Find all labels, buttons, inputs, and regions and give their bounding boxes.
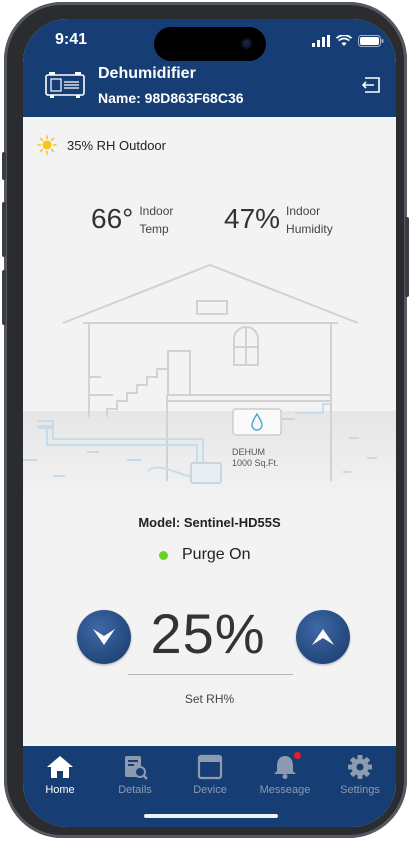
indoor-humidity: 47% Indoor Humidity <box>224 202 333 238</box>
dehumidifier-icon <box>45 72 85 98</box>
notification-badge <box>294 752 301 759</box>
tab-details-label: Details <box>118 784 152 796</box>
increase-button[interactable] <box>296 610 350 664</box>
house-illustration: DEHUM 1000 Sq.Ft. <box>23 263 396 504</box>
status-dot <box>159 550 168 560</box>
indoor-humidity-label: Indoor Humidity <box>286 202 333 238</box>
purge-text: Purge On <box>182 546 251 563</box>
tab-home-label: Home <box>45 784 75 796</box>
indoor-temp-label-line2: Temp <box>139 222 169 236</box>
mute-switch <box>2 152 6 180</box>
decrease-button[interactable] <box>77 610 131 664</box>
signal-icon <box>312 35 330 47</box>
indoor-temp-label-line1: Indoor <box>139 204 174 218</box>
tab-home[interactable]: Home <box>23 754 97 796</box>
phone-frame: 9:41 Dehumidifier Name: 98D863F68C36 35%… <box>2 2 409 838</box>
chevron-down-icon <box>93 629 115 645</box>
indoor-temp-label: Indoor Temp <box>139 202 173 238</box>
outdoor-humidity: 35% RH Outdoor <box>37 135 166 155</box>
wifi-icon <box>336 35 352 46</box>
tab-device[interactable]: Device <box>173 754 247 796</box>
indoor-temp-value: 66° <box>91 203 134 234</box>
indoor-humidity-value: 47% <box>224 203 281 234</box>
tab-message-label: Messeage <box>259 784 311 796</box>
setpoint-divider <box>128 674 293 675</box>
device-icon <box>196 754 224 780</box>
tab-device-label: Device <box>193 784 227 796</box>
power-button <box>405 217 409 297</box>
volume-down-button <box>2 270 6 325</box>
details-icon <box>121 754 149 780</box>
home-icon <box>46 754 74 780</box>
tab-message[interactable]: Messeage <box>248 752 322 796</box>
device-name: Name: 98D863F68C36 <box>98 90 244 106</box>
chevron-up-icon <box>312 629 334 645</box>
screen: 9:41 Dehumidifier Name: 98D863F68C36 35%… <box>23 19 396 827</box>
tab-details[interactable]: Details <box>98 754 172 796</box>
setpoint-label: Set RH% <box>184 692 235 706</box>
setpoint-value: 25% <box>150 602 266 665</box>
dehum-label: DEHUM <box>232 447 265 457</box>
tab-bar: Home Details Device Messeage Settings <box>23 746 396 827</box>
home-indicator <box>144 814 278 818</box>
app-header: 9:41 Dehumidifier Name: 98D863F68C36 <box>23 19 396 117</box>
dehum-area: 1000 Sq.Ft. <box>232 458 279 468</box>
volume-up-button <box>2 202 6 257</box>
status-time: 9:41 <box>55 31 88 48</box>
sun-icon <box>37 135 57 155</box>
dynamic-island <box>154 27 266 61</box>
outdoor-text: 35% RH Outdoor <box>67 137 166 153</box>
indoor-humidity-label-line1: Indoor <box>286 204 321 218</box>
tab-settings-label: Settings <box>340 784 380 796</box>
battery-icon <box>358 35 384 47</box>
exit-icon[interactable] <box>362 76 382 94</box>
bell-icon <box>271 752 301 780</box>
device-title: Dehumidifier <box>98 65 196 82</box>
status-icons <box>312 35 384 47</box>
model-label: Model: Sentinel-HD55S <box>138 515 281 530</box>
camera-icon <box>241 38 252 49</box>
gear-icon <box>346 754 374 780</box>
indoor-temp: 66° Indoor Temp <box>91 202 173 238</box>
tab-settings[interactable]: Settings <box>323 754 396 796</box>
indoor-humidity-label-line2: Humidity <box>286 222 333 236</box>
purge-status: Purge On <box>159 546 250 564</box>
